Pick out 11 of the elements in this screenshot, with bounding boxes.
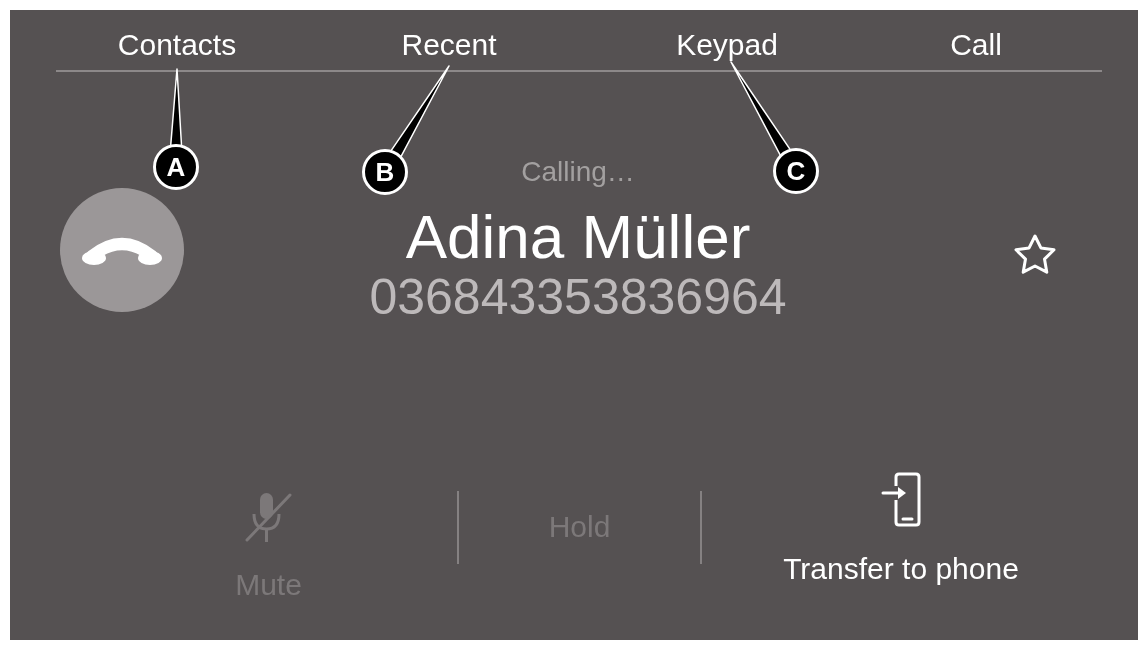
transfer-button[interactable]: Transfer to phone	[783, 472, 1019, 586]
phone-arrow-icon	[881, 472, 921, 527]
tab[interactable]: Keypad	[676, 28, 778, 62]
microphone-slash-icon	[243, 491, 294, 544]
contact-name: Adina Müller	[405, 205, 751, 269]
tab[interactable]: Contacts	[117, 28, 237, 62]
star-icon[interactable]	[1013, 233, 1057, 277]
tab[interactable]: Recent	[401, 28, 497, 62]
phone-number: 036843353836964	[369, 269, 787, 325]
tab[interactable]: Call	[950, 28, 1002, 62]
call-status: Calling…	[521, 156, 635, 188]
